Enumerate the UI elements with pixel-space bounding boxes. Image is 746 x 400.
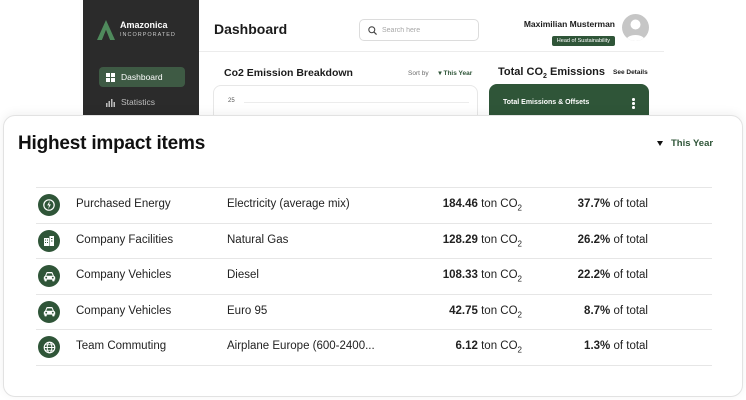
total-emissions-title-prefix: Total CO: [498, 66, 544, 78]
row-amount-unit: ton CO: [481, 233, 518, 246]
row-category: Company Vehicles: [76, 269, 172, 281]
total-emissions-title-suffix: Emissions: [546, 66, 605, 78]
search-input[interactable]: [382, 26, 472, 34]
amazonica-logo-icon: [97, 20, 115, 40]
highest-impact-card: Highest impact items This Year Purchased…: [3, 115, 743, 397]
user-info[interactable]: Maximilian Musterman Head of Sustainabil…: [524, 19, 615, 47]
sidebar-item-label: Statistics: [121, 97, 156, 107]
row-amount-value: 128.29: [442, 233, 478, 246]
lightning-icon: [38, 194, 60, 216]
table-row[interactable]: Company Vehicles Diesel 108.33 ton CO2 22.2…: [36, 259, 712, 295]
row-percent-suffix: of total: [613, 269, 648, 281]
impact-table: Purchased Energy Electricity (average mix…: [36, 187, 712, 366]
car-icon: [38, 265, 60, 287]
car-icon: [38, 300, 60, 323]
avatar[interactable]: [622, 14, 649, 41]
brand-subtitle: INCORPORATED: [120, 32, 176, 38]
row-percent: 1.3% of total: [584, 340, 648, 352]
row-percent-value: 26.2%: [577, 233, 611, 246]
row-percent-value: 22.2%: [577, 269, 611, 281]
row-percent: 22.2% of total: [578, 269, 648, 281]
row-amount-unit: ton CO: [481, 269, 518, 281]
row-amount-unit: ton CO: [481, 340, 518, 352]
total-emissions-card-label: Total Emissions & Offsets: [503, 99, 590, 106]
row-amount-value: 184.46: [442, 198, 478, 210]
row-amount-unit: ton CO: [481, 198, 518, 210]
row-source: Diesel: [227, 269, 259, 281]
sidebar-item-statistics[interactable]: Statistics: [99, 92, 185, 112]
row-category: Purchased Energy: [76, 198, 171, 210]
row-amount-unit-sub: 2: [517, 274, 522, 284]
page-title: Dashboard: [214, 21, 288, 37]
row-category: Company Facilities: [76, 233, 174, 246]
row-percent: 8.7% of total: [584, 305, 648, 317]
row-amount-unit-sub: 2: [517, 238, 522, 248]
sidebar: Amazonica INCORPORATED Dashboard Statist…: [83, 0, 199, 118]
table-row[interactable]: Company Vehicles Euro 95 42.75 ton CO2 8.7%…: [36, 295, 712, 330]
chart-gridline: [244, 102, 469, 103]
row-percent-suffix: of total: [613, 233, 648, 246]
row-amount: 128.29 ton CO2: [443, 234, 522, 248]
more-options-icon[interactable]: [632, 98, 635, 110]
brand-name: Amazonica: [120, 20, 168, 30]
row-amount: 184.46 ton CO2: [443, 198, 522, 212]
row-percent-suffix: of total: [613, 198, 648, 210]
user-role-badge: Head of Sustainability: [551, 36, 615, 46]
sidebar-item-dashboard[interactable]: Dashboard: [99, 67, 185, 87]
sort-by-control[interactable]: Sort by ▾ This Year: [408, 69, 472, 77]
see-details-link[interactable]: See Details: [613, 69, 648, 76]
row-amount: 6.12 ton CO2: [456, 340, 522, 354]
row-amount-value: 108.33: [442, 269, 478, 281]
period-dropdown[interactable]: This Year: [657, 138, 713, 149]
row-percent-value: 37.7%: [577, 198, 611, 210]
bar-chart-icon: [106, 98, 115, 107]
table-row[interactable]: Company Facilities Natural Gas 128.29 ton …: [36, 224, 712, 259]
sort-by-value[interactable]: ▾ This Year: [438, 70, 472, 77]
row-percent-suffix: of total: [613, 340, 648, 352]
row-percent: 37.7% of total: [578, 198, 648, 210]
row-amount-unit-sub: 2: [517, 345, 522, 355]
row-amount: 42.75 ton CO2: [449, 305, 522, 319]
search-icon: [368, 25, 377, 35]
building-icon: [38, 229, 60, 252]
sort-by-value-text: This Year: [443, 70, 473, 77]
globe-icon: [38, 336, 60, 358]
row-amount-unit-sub: 2: [517, 309, 522, 319]
table-row[interactable]: Purchased Energy Electricity (average mix…: [36, 188, 712, 224]
sort-by-label: Sort by: [408, 70, 429, 77]
role-label: Head of Sustainability: [556, 38, 610, 44]
row-source: Airplane Europe (600-2400...: [227, 340, 375, 352]
search-box[interactable]: [359, 19, 479, 41]
co2-breakdown-title: Co2 Emission Breakdown: [224, 67, 353, 79]
row-category: Team Commuting: [76, 340, 167, 352]
chart-tick-label: 25: [228, 98, 235, 104]
brand-logo[interactable]: Amazonica INCORPORATED: [97, 20, 176, 40]
row-category: Company Vehicles: [76, 304, 172, 317]
sidebar-item-label: Dashboard: [121, 72, 163, 82]
user-avatar-icon: [626, 19, 645, 41]
period-value: This Year: [671, 138, 714, 149]
row-amount: 108.33 ton CO2: [443, 269, 522, 283]
row-amount-value: 42.75: [449, 304, 478, 317]
header-divider: [199, 51, 664, 52]
row-source: Euro 95: [227, 304, 268, 317]
row-amount-value: 6.12: [455, 340, 478, 352]
row-percent-suffix: of total: [613, 304, 648, 317]
table-row[interactable]: Team Commuting Airplane Europe (600-2400.…: [36, 330, 712, 366]
row-percent: 26.2% of total: [578, 234, 648, 246]
caret-down-icon: [657, 141, 663, 146]
screen: Amazonica INCORPORATED Dashboard Statist…: [0, 0, 746, 400]
grid-icon: [106, 72, 115, 82]
row-amount-unit-sub: 2: [517, 203, 522, 213]
impact-title: Highest impact items: [18, 133, 206, 154]
row-percent-value: 1.3%: [584, 340, 611, 352]
user-name: Maximilian Musterman: [523, 19, 615, 29]
row-amount-unit: ton CO: [481, 304, 518, 317]
row-percent-value: 8.7%: [584, 304, 611, 317]
total-emissions-title: Total CO2 Emissions: [498, 66, 605, 80]
row-source: Natural Gas: [227, 233, 289, 246]
row-source: Electricity (average mix): [227, 198, 350, 210]
